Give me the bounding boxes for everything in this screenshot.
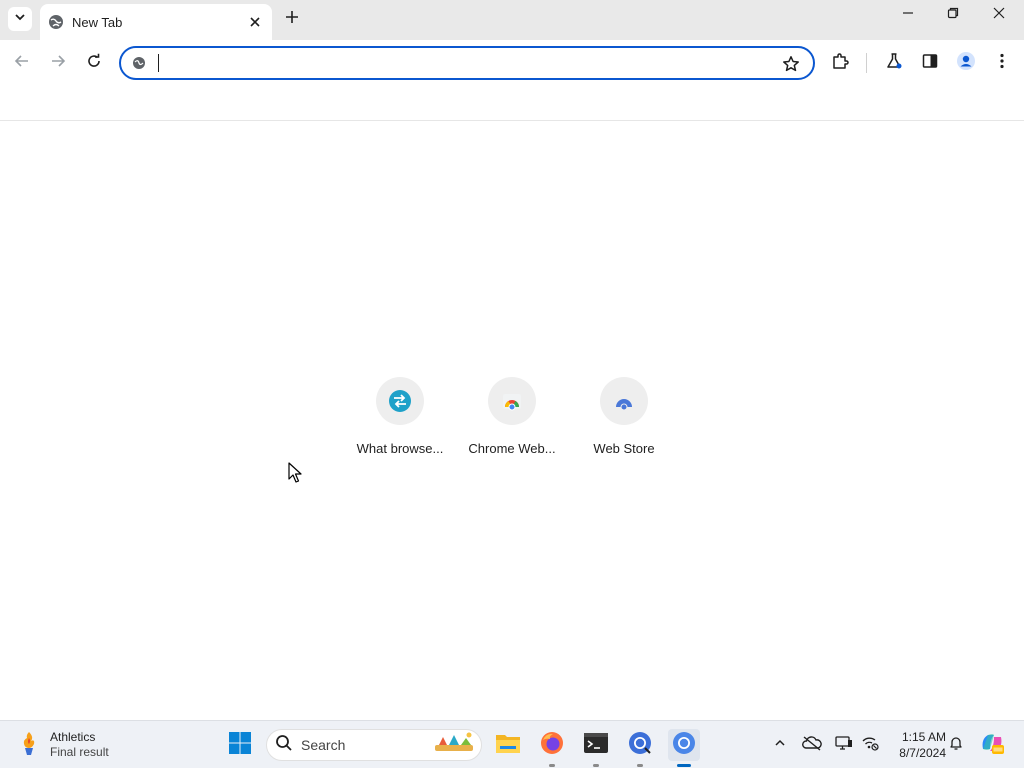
- terminal-icon: [583, 732, 609, 759]
- running-indicator: [549, 764, 555, 767]
- tray-display[interactable]: [834, 735, 854, 755]
- copilot-button[interactable]: [976, 729, 1008, 761]
- back-button[interactable]: [10, 51, 34, 75]
- start-button[interactable]: [224, 729, 256, 761]
- restore-icon: [947, 6, 959, 24]
- text-caret: [158, 54, 159, 72]
- taskbar-search[interactable]: Search: [266, 729, 482, 761]
- search-icon: [275, 734, 293, 757]
- widget-subtitle: Final result: [50, 745, 109, 759]
- reload-button[interactable]: [82, 51, 106, 75]
- flask-icon: [885, 52, 903, 75]
- clock-time: 1:15 AM: [901, 730, 946, 744]
- display-icon: [835, 735, 853, 756]
- taskbar-file-explorer[interactable]: [492, 729, 524, 761]
- clock-date: 8/7/2024: [899, 746, 946, 760]
- network-icon: [861, 735, 879, 756]
- tray-onedrive[interactable]: [802, 735, 822, 755]
- profile-button[interactable]: [954, 51, 978, 75]
- labs-button[interactable]: [882, 51, 906, 75]
- extensions-button[interactable]: [828, 51, 852, 75]
- taskbar: Athletics Final result Search 1:15 AM 8/…: [0, 720, 1024, 768]
- star-icon[interactable]: [781, 54, 801, 74]
- arrow-right-icon: [50, 53, 66, 74]
- tab-new-tab[interactable]: New Tab: [40, 4, 272, 40]
- taskbar-chrome[interactable]: [668, 729, 700, 767]
- bell-icon: [948, 735, 964, 756]
- shortcut-tile[interactable]: Web Store: [568, 372, 680, 462]
- menu-button[interactable]: [990, 51, 1014, 75]
- mouse-cursor: [288, 462, 302, 484]
- address-bar[interactable]: [119, 46, 815, 80]
- forward-button[interactable]: [46, 51, 70, 75]
- content-divider: [0, 120, 1024, 121]
- arrow-left-icon: [14, 53, 30, 74]
- onedrive-icon: [802, 735, 822, 756]
- close-icon: [993, 6, 1005, 24]
- chrome-store-icon: [488, 377, 536, 425]
- running-indicator: [593, 764, 599, 767]
- chrome-canary-icon: [628, 731, 652, 760]
- active-indicator: [677, 764, 691, 767]
- minimize-icon: [902, 6, 914, 24]
- chevron-down-icon: [14, 10, 26, 28]
- running-indicator: [637, 764, 643, 767]
- shortcut-label: Web Store: [593, 441, 655, 456]
- windows-icon: [228, 731, 252, 760]
- globe-icon: [48, 14, 64, 30]
- restore-button[interactable]: [930, 0, 976, 30]
- browser-toolbar: [0, 40, 1024, 86]
- omnibox-input[interactable]: [157, 53, 757, 73]
- weather-widget[interactable]: Athletics Final result: [18, 728, 109, 762]
- globe-arrows-icon: [376, 377, 424, 425]
- shortcut-label: Chrome Web...: [468, 441, 556, 456]
- minimize-button[interactable]: [885, 0, 931, 30]
- close-window-button[interactable]: [976, 0, 1022, 30]
- taskbar-chrome-canary[interactable]: [624, 729, 656, 767]
- firefox-icon: [540, 731, 564, 760]
- chevron-up-icon: [774, 736, 786, 754]
- widget-title: Athletics: [50, 730, 96, 744]
- shortcut-tile[interactable]: What browse...: [344, 372, 456, 462]
- side-panel-button[interactable]: [918, 51, 942, 75]
- shortcut-label: What browse...: [356, 441, 444, 456]
- notifications-button[interactable]: [946, 735, 966, 755]
- tab-search-button[interactable]: [8, 7, 32, 31]
- google-icon: [131, 55, 147, 71]
- side-panel-icon: [922, 53, 938, 74]
- show-hidden-icons-button[interactable]: [770, 735, 790, 755]
- tab-title: New Tab: [72, 14, 123, 30]
- new-tab-button[interactable]: [282, 9, 302, 29]
- kebab-menu-icon: [1000, 53, 1004, 74]
- puzzle-icon: [831, 52, 849, 75]
- person-icon: [956, 51, 976, 76]
- torch-icon: [18, 730, 40, 761]
- taskbar-firefox[interactable]: [536, 729, 568, 767]
- taskbar-clock[interactable]: 1:15 AM 8/7/2024: [886, 729, 946, 761]
- shortcut-tile[interactable]: Chrome Web...: [456, 372, 568, 462]
- taskbar-terminal[interactable]: [580, 729, 612, 767]
- tab-strip: New Tab: [0, 0, 1024, 40]
- webstore-icon: [600, 377, 648, 425]
- search-label: Search: [301, 737, 346, 753]
- search-highlight-icon: [433, 731, 475, 760]
- close-icon[interactable]: [246, 13, 264, 31]
- reload-icon: [86, 53, 102, 74]
- file-explorer-icon: [495, 732, 521, 759]
- copilot-icon: [979, 731, 1005, 760]
- chrome-icon: [672, 731, 696, 760]
- tray-network[interactable]: [860, 735, 880, 755]
- plus-icon: [285, 10, 299, 29]
- toolbar-divider: [866, 53, 867, 73]
